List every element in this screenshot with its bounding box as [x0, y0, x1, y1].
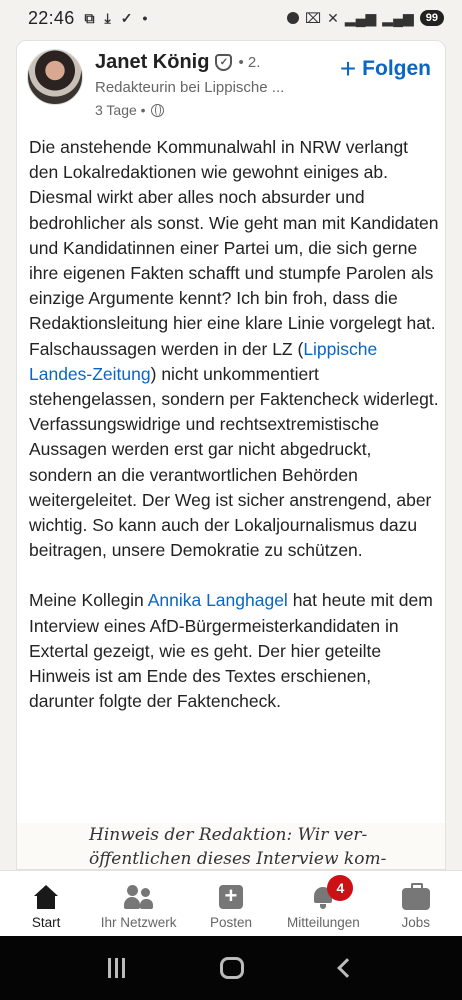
screenshot-icon: ⧉	[84, 9, 95, 26]
status-time: 22:46	[28, 7, 75, 28]
author-info: Janet König ✓ • 2. Redakteurin bei Lippi…	[95, 51, 284, 118]
home-icon	[32, 885, 60, 909]
download-icon: ⤓	[104, 9, 111, 26]
post-text: Die anstehende Kommunalwahl in NRW verla…	[29, 135, 439, 739]
post-text-segment: ) nicht unkommentiert stehengelassen, so…	[29, 363, 439, 561]
briefcase-icon	[401, 882, 430, 910]
avatar[interactable]	[27, 49, 83, 105]
signal-icon: ▂▄▆	[344, 9, 377, 26]
nav-notifications[interactable]: 4 Mitteilungen	[277, 875, 369, 930]
sleep-icon: ⌧	[304, 9, 322, 26]
nav-start[interactable]: Start	[0, 883, 92, 930]
status-right: ⌧ ✕ ▂▄▆ ▂▄▆ 99	[286, 9, 444, 27]
dot-icon: •	[142, 10, 148, 26]
author-name-row: Janet König ✓ • 2.	[95, 51, 284, 74]
check-icon: ✓	[120, 9, 133, 26]
home-button-icon[interactable]	[220, 957, 245, 979]
nav-start-label: Start	[31, 915, 61, 930]
post-meta: 3 Tage •	[95, 102, 284, 118]
nav-network-label: Ihr Netzwerk	[100, 915, 177, 930]
author-name[interactable]: Janet König	[95, 51, 209, 74]
connection-degree: • 2.	[238, 54, 261, 71]
mention-link-annika-langhagel[interactable]: Annika Langhagel	[148, 590, 288, 610]
nav-jobs[interactable]: Jobs	[370, 882, 462, 930]
post-image[interactable]: Hinweis der Redaktion: Wir ver- öffentli…	[17, 823, 445, 869]
follow-label: Folgen	[362, 57, 431, 80]
status-bar: 22:46 ⧉ ⤓ ✓ • ⌧ ✕ ▂▄▆ ▂▄▆ 99	[0, 0, 462, 36]
post-paragraph-2: Meine Kollegin Annika Langhagel hat heut…	[29, 588, 439, 714]
add-post-icon: +	[218, 885, 243, 909]
system-nav-bar	[0, 936, 462, 1000]
follow-button[interactable]: + Folgen	[340, 55, 431, 83]
post-card: Janet König ✓ • 2. Redakteurin bei Lippi…	[16, 40, 446, 870]
nav-jobs-label: Jobs	[401, 915, 431, 930]
network-people-icon	[123, 885, 154, 909]
nav-network[interactable]: Ihr Netzwerk	[93, 883, 185, 930]
plus-icon: +	[339, 53, 357, 84]
mute-icon: ✕	[327, 9, 339, 26]
back-icon[interactable]	[337, 958, 358, 978]
author-headline: Redakteurin bei Lippische ...	[95, 79, 285, 96]
post-text-segment: Die anstehende Kommunalwahl in NRW verla…	[29, 137, 439, 359]
post-time: 3 Tage •	[95, 102, 146, 118]
post-image-line-2: öffentlichen dieses Interview kom-	[89, 849, 387, 869]
signal-5g-icon: ▂▄▆	[382, 9, 414, 26]
status-left: 22:46 ⧉ ⤓ ✓ •	[28, 8, 147, 29]
post-author[interactable]: Janet König ✓ • 2. Redakteurin bei Lippi…	[27, 49, 284, 118]
verified-shield-icon: ✓	[215, 54, 233, 71]
nav-notifications-label: Mitteilungen	[286, 915, 360, 930]
nav-post-label: Posten	[209, 915, 252, 930]
notifications-badge: 4	[327, 875, 354, 901]
bottom-nav: Start Ihr Netzwerk + Posten 4 Mitteilung…	[0, 870, 462, 936]
post-text-segment: Meine Kollegin	[29, 590, 148, 611]
post-paragraph-1: Die anstehende Kommunalwahl in NRW verla…	[29, 135, 439, 563]
nav-post[interactable]: + Posten	[185, 883, 277, 931]
post-image-line-1: Hinweis der Redaktion: Wir ver-	[89, 825, 368, 845]
recent-apps-icon[interactable]	[107, 958, 125, 978]
battery-indicator: 99	[419, 10, 444, 26]
do-not-disturb-icon	[286, 12, 299, 24]
globe-icon	[150, 103, 164, 117]
